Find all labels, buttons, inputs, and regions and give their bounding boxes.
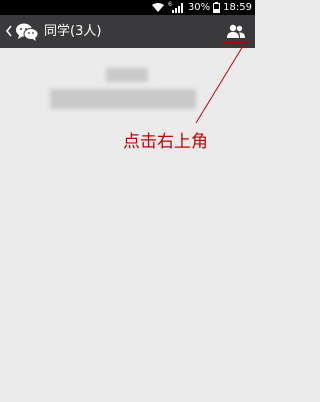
status-bar: 6 30% 18:59 (0, 0, 255, 15)
clock: 18:59 (223, 2, 252, 13)
group-members-icon[interactable] (227, 23, 245, 39)
redacted-system-message (50, 89, 196, 109)
annotation-label: 点击右上角 (123, 132, 208, 152)
battery-icon (213, 2, 221, 13)
back-arrow-icon[interactable] (4, 23, 14, 39)
chat-title: 同学(3人) (44, 24, 102, 39)
wechat-logo-icon[interactable] (15, 22, 39, 42)
highlight-underline (223, 42, 247, 44)
redacted-timestamp (106, 68, 148, 82)
status-indicators: 6 30% 18:59 (151, 1, 252, 14)
annotation-pointer-line (195, 45, 244, 124)
chat-title-bar: 同学(3人) (0, 15, 255, 48)
signal-strength-icon (171, 3, 183, 13)
battery-percent: 30% (187, 2, 211, 13)
wifi-icon (152, 3, 165, 12)
